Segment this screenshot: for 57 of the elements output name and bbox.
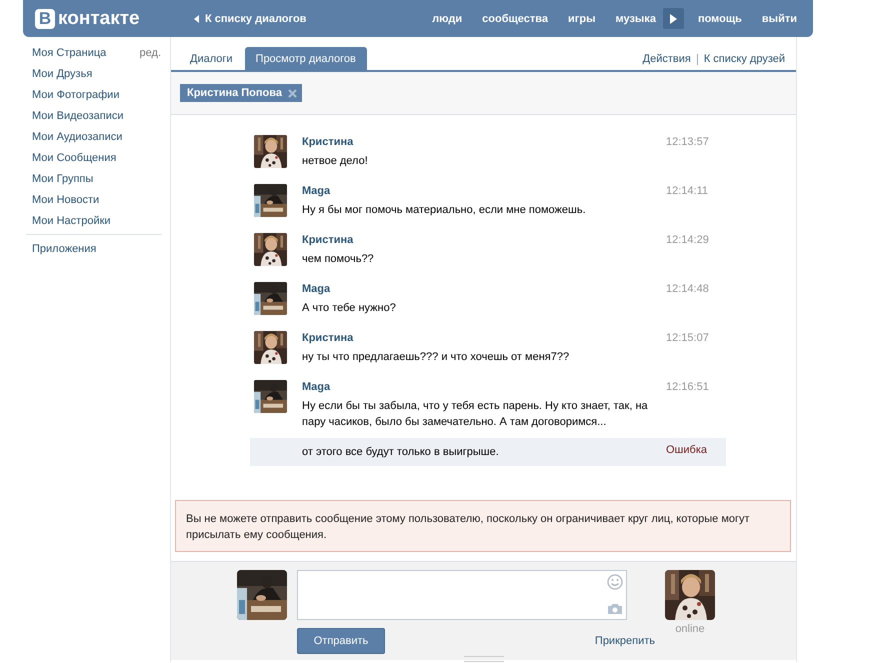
message-text: нетвое дело!	[302, 154, 369, 169]
close-icon[interactable]	[288, 88, 298, 98]
recipient-chip[interactable]: Кристина Попова	[180, 84, 302, 102]
caret-icon	[194, 14, 199, 22]
nav-link[interactable]: сообщества	[482, 12, 548, 24]
action-link[interactable]: Действия	[642, 53, 691, 65]
sidebar-item[interactable]: Мои Видеозаписи	[32, 109, 124, 130]
play-icon	[670, 14, 677, 24]
message-text: ну ты что предлагаешь??? и что хочешь от меня7??	[302, 350, 570, 365]
author-name[interactable]: Maga	[302, 185, 664, 197]
nav-link[interactable]: выйти	[762, 12, 797, 24]
message-text: от этого все будут только в выигрыше.	[302, 445, 500, 460]
nav-link[interactable]: игры	[568, 12, 596, 24]
error-notice: Вы не можете отправить сообщение этому пользователю, поскольку он ограничивает круг лиц, которые могут присылать ему сообщения.	[175, 500, 791, 552]
message-text: Ну если бы ты забыла, что у тебя есть парень. Ну кто знает, так, на пару часиков, было бы замечательно. А там договоримся...	[302, 399, 649, 430]
message-time: 12:14:29	[666, 234, 710, 248]
online-status: online	[675, 623, 705, 635]
action-link[interactable]: К списку друзей	[704, 53, 785, 65]
message-text: чем помочь??	[302, 252, 375, 267]
message-field[interactable]	[297, 570, 627, 620]
smiley-icon[interactable]	[607, 574, 623, 590]
sidebar-item[interactable]: Мои Сообщения	[32, 151, 116, 172]
camera-icon[interactable]	[607, 603, 623, 615]
sidebar-item[interactable]: Приложения	[32, 242, 96, 263]
message-text: А что тебе нужно?	[302, 301, 397, 316]
play-button[interactable]	[662, 8, 684, 29]
author-name[interactable]: Кристина	[302, 136, 664, 148]
author-name[interactable]: Maga	[302, 381, 664, 393]
sidebar-item[interactable]: Мои Группы	[32, 172, 94, 193]
tab[interactable]: Диалоги	[179, 47, 244, 70]
sidebar-item[interactable]: Мои Новости	[32, 193, 100, 214]
resize-handle[interactable]	[464, 656, 504, 662]
author-name[interactable]: Кристина	[302, 234, 664, 246]
author-name[interactable]: Кристина	[302, 332, 664, 344]
message-time: 12:14:11	[666, 185, 710, 199]
message-text: Ну я бы мог помочь материально, если мне поможешь.	[302, 203, 587, 218]
nav-link[interactable]: помощь	[698, 12, 742, 24]
back-link[interactable]: К списку диалогов	[194, 12, 306, 24]
sidebar-item[interactable]: Мои Аудиозаписи	[32, 130, 122, 151]
logo-mark[interactable]: В	[35, 8, 55, 28]
edit-link[interactable]: ред.	[140, 46, 161, 67]
message-time: 12:16:51	[666, 381, 710, 395]
author-name[interactable]: Maga	[302, 283, 664, 295]
message-time: 12:13:57	[666, 136, 710, 150]
nav-link[interactable]: музыка	[615, 12, 656, 24]
error-label: Ошибка	[666, 444, 708, 458]
sidebar-item[interactable]: Моя Страница	[32, 46, 106, 67]
send-button[interactable]: Отправить	[297, 628, 385, 654]
nav-link[interactable]: люди	[432, 12, 462, 24]
tab[interactable]: Просмотр диалогов	[244, 47, 367, 70]
sidebar-item[interactable]: Мои Фотографии	[32, 88, 120, 109]
attach-link[interactable]: Прикрепить	[594, 635, 655, 647]
sidebar-item[interactable]: Мои Настройки	[32, 214, 111, 235]
logo-text[interactable]: контакте	[58, 8, 140, 30]
sidebar-item[interactable]: Мои Друзья	[32, 67, 92, 88]
message-time: 12:15:07	[666, 332, 710, 346]
message-time: 12:14:48	[666, 283, 710, 297]
